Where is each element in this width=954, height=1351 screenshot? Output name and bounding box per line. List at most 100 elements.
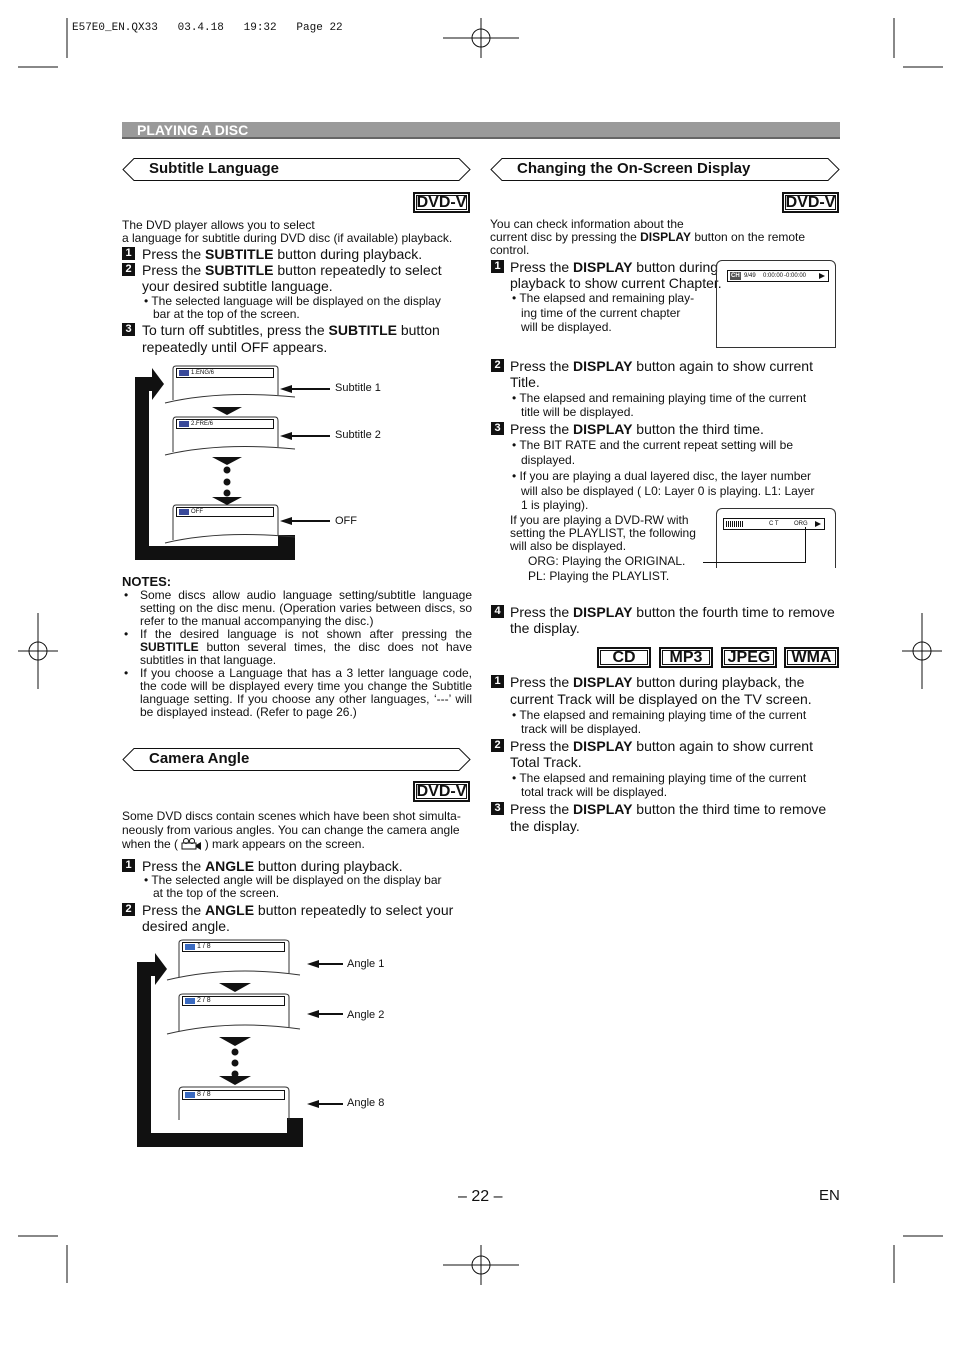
repeat-indicator: C T: [769, 521, 779, 527]
diagram-label: Subtitle 1: [335, 382, 381, 394]
step-number: 2: [122, 263, 135, 276]
section-title: PLAYING A DISC: [137, 122, 249, 138]
remaining-time: -0:00:00: [784, 273, 807, 279]
intro-line: a language for subtitle during DVD disc …: [122, 231, 453, 245]
step-2: Press the DISPLAY button again to show c…: [510, 358, 813, 374]
step-number: 1: [491, 675, 504, 688]
header-title: Camera Angle: [149, 750, 250, 767]
bullet: • The elapsed and remaining playing time…: [512, 708, 807, 722]
bullet: displayed.: [521, 453, 576, 467]
chapter-display-bar: CH 9/49 0:00:00 -0:00:00: [727, 270, 829, 282]
language-code: EN: [819, 1187, 840, 1204]
page-number: – 22 –: [458, 1188, 503, 1205]
callout-line: [703, 562, 806, 563]
bullet: will also be displayed ( L0: Layer 0 is …: [521, 484, 815, 498]
step-4: Press the DISPLAY button the fourth time…: [510, 604, 835, 620]
bullet: total track will be displayed.: [521, 785, 668, 799]
step-1-cont: current Track will be displayed on the T…: [510, 691, 812, 707]
intro-line: neously from various angles. You can cha…: [122, 823, 460, 837]
step-number: 3: [122, 323, 135, 336]
step-number: 2: [122, 903, 135, 916]
note-item: If the desired language is not shown aft…: [122, 628, 472, 667]
notes-list: Some discs allow audio language setting/…: [122, 589, 472, 719]
step-number: 1: [122, 859, 135, 872]
step-number: 3: [491, 802, 504, 815]
rw-line: ORG: Playing the ORIGINAL.: [528, 554, 686, 568]
wma-badge: WMA: [784, 647, 839, 668]
dvd-v-badge: DVD-V: [413, 781, 470, 802]
step-number: 2: [491, 359, 504, 372]
bullet: • The elapsed and remaining playing time…: [512, 391, 807, 405]
subtitle-display-bar: 1.ENG/6: [176, 368, 274, 378]
bullet: ing time of the current chapter: [521, 306, 681, 320]
step-number: 1: [122, 247, 135, 260]
bullet: track will be displayed.: [521, 722, 642, 736]
step-3: Press the DISPLAY button the third time.: [510, 421, 764, 437]
step-2: Press the DISPLAY button again to show c…: [510, 738, 813, 754]
step-1: Press the ANGLE button during playback.: [142, 858, 403, 874]
bullet: • The BIT RATE and the current repeat se…: [512, 438, 794, 452]
step-number: 2: [491, 739, 504, 752]
step-3-cont: repeatedly until OFF appears.: [142, 339, 328, 355]
bitrate-icon: [726, 521, 744, 527]
step-3: Press the DISPLAY button the third time …: [510, 801, 827, 817]
bullet: bar at the top of the screen.: [153, 307, 300, 321]
dvd-v-badge: DVD-V: [413, 192, 470, 213]
chapter-badge: CH: [730, 272, 741, 280]
elapsed-time: 0:00:00: [763, 273, 784, 279]
mp3-badge: MP3: [659, 647, 713, 668]
step-3-cont: the display.: [510, 818, 580, 834]
notes-title: NOTES:: [122, 574, 172, 589]
step-2-cont: Title.: [510, 374, 540, 390]
angle-display-bar: 8 / 8: [182, 1090, 285, 1100]
callout-line: [805, 527, 806, 563]
bullet: at the top of the screen.: [153, 886, 280, 900]
dvd-v-badge: DVD-V: [782, 192, 839, 213]
diagram-label: Angle 8: [347, 1097, 385, 1109]
jpeg-badge: JPEG: [721, 647, 777, 668]
bullet: will be displayed.: [521, 320, 612, 334]
intro-line: control.: [490, 243, 530, 257]
step-2-cont: Total Track.: [510, 754, 582, 770]
diagram-label: OFF: [335, 515, 357, 527]
step-1: Press the DISPLAY button during: [510, 259, 719, 275]
step-3: To turn off subtitles, press the SUBTITL…: [142, 322, 440, 338]
on-screen-display-header: Changing the On-Screen Display: [490, 158, 840, 181]
step-number: 3: [491, 422, 504, 435]
rw-line: will also be displayed.: [510, 539, 627, 553]
angle-display-bar: 1 / 8: [182, 942, 285, 952]
play-icon: [815, 521, 821, 527]
angle-mark-icon: [181, 838, 201, 850]
chapter-number: 9/49: [744, 273, 756, 279]
tv-screen-bitrate: [716, 508, 836, 568]
header-title: Subtitle Language: [149, 160, 280, 177]
step-2: Press the SUBTITLE button repeatedly to …: [142, 262, 442, 278]
header-title: Changing the On-Screen Display: [517, 160, 751, 177]
bullet: • The elapsed and remaining play-: [512, 291, 695, 305]
rw-line: PL: Playing the PLAYLIST.: [528, 569, 670, 583]
bullet: • If you are playing a dual layered disc…: [512, 469, 812, 483]
bullet: title will be displayed.: [521, 405, 634, 419]
bitrate-display-bar: C T ORG: [723, 518, 825, 530]
bullet: • The elapsed and remaining playing time…: [512, 771, 807, 785]
intro-line: Some DVD discs contain scenes which have…: [122, 809, 461, 823]
subtitle-display-bar: 2.FRE/6: [176, 419, 274, 429]
step-1: Press the SUBTITLE button during playbac…: [142, 246, 423, 262]
diagram-label: Angle 2: [347, 1009, 385, 1021]
intro-line: when the ( ) mark appears on the screen.: [122, 837, 365, 851]
intro-line: current disc by pressing the DISPLAY but…: [490, 230, 806, 244]
play-icon: [819, 273, 825, 279]
subtitle-language-header: Subtitle Language: [122, 158, 471, 181]
bullet: 1 is playing).: [521, 498, 589, 512]
step-2: Press the ANGLE button repeatedly to sel…: [142, 902, 454, 918]
cd-badge: CD: [597, 647, 651, 668]
step-2-cont: your desired subtitle language.: [142, 278, 333, 294]
step-number: 4: [491, 605, 504, 618]
step-1-cont: playback to show current Chapter.: [510, 275, 722, 291]
step-4-cont: the display.: [510, 620, 580, 636]
note-item: If you choose a Language that has a 3 le…: [122, 667, 472, 719]
diagram-label: Subtitle 2: [335, 429, 381, 441]
angle-display-bar: 2 / 8: [182, 996, 285, 1006]
step-2-cont: desired angle.: [142, 918, 230, 934]
camera-angle-header: Camera Angle: [122, 748, 471, 771]
